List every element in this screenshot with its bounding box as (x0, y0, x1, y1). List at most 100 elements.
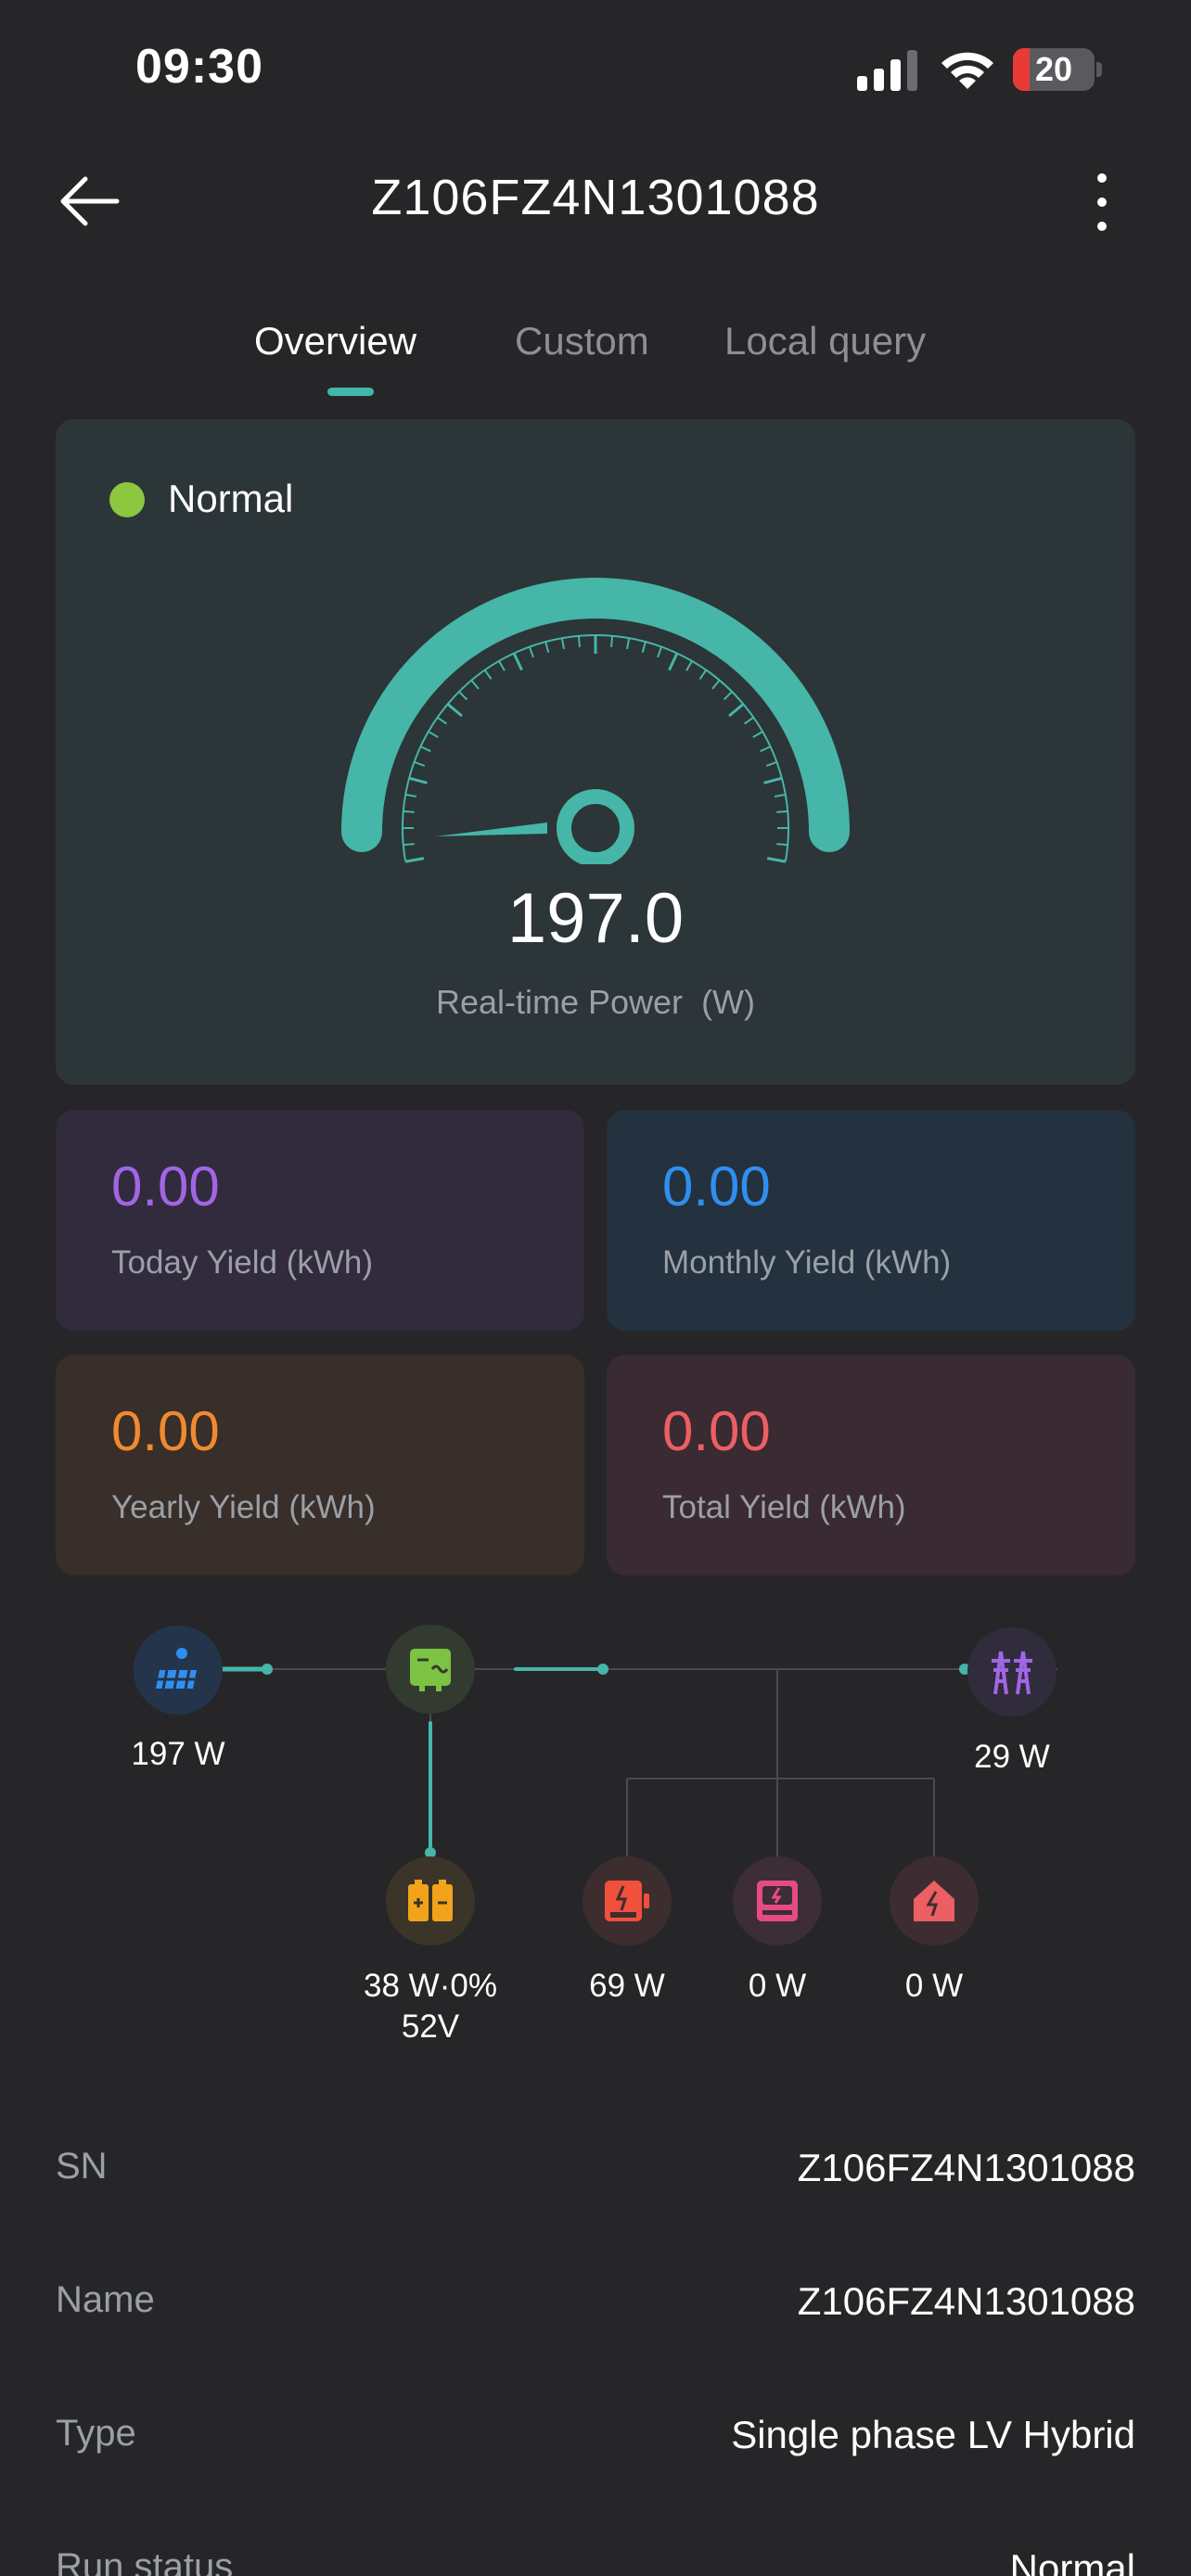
gauge-inner-arc (402, 634, 789, 862)
page-title: Z106FZ4N1301088 (371, 170, 820, 225)
gauge-tick (763, 776, 783, 784)
smart-load-node[interactable] (733, 1856, 822, 1945)
pv-power-label: 197 W (131, 1736, 225, 1772)
back-arrow-icon[interactable] (52, 169, 126, 234)
gauge-tick (766, 857, 787, 863)
gauge-tick (404, 793, 417, 797)
gauge-tick (414, 760, 426, 767)
status-time: 09:30 (135, 40, 263, 94)
gauge-tick (428, 731, 439, 738)
gauge-tick (560, 637, 565, 650)
gauge-tick (470, 680, 480, 690)
gauge-tick (512, 652, 523, 671)
device-status-label: Normal (168, 477, 294, 520)
gauge-tick (544, 641, 550, 653)
gauge-tick (668, 652, 679, 671)
info-value: Z106FZ4N1301088 (797, 2146, 1135, 2189)
total-yield-label: Total Yield (kWh) (662, 1489, 906, 1525)
realtime-power-label: Real-time Power (W) (56, 983, 1135, 1022)
today-yield-label: Today Yield (kWh) (111, 1244, 374, 1281)
gauge-tick (776, 843, 788, 847)
gauge-tick (610, 635, 614, 647)
info-key: SN (56, 2146, 108, 2187)
yearly-yield-value: 0.00 (111, 1400, 220, 1462)
gauge-needle (436, 823, 547, 836)
battery-power-line1: 38 W·0% (364, 1968, 497, 2004)
device-info-list: SN Z106FZ4N1301088 Name Z106FZ4N1301088 … (0, 2064, 1191, 2576)
gauge-tick (528, 646, 534, 658)
tab-local-query[interactable]: Local query (724, 319, 926, 363)
gauge-tick (498, 660, 506, 671)
device-overview-screen: 09:30 20 Z106FZ4N1301088 Overview Custom… (0, 0, 1191, 2576)
info-key: Run status (56, 2546, 234, 2576)
tab-bar: Overview Custom Local query (0, 306, 1191, 408)
gauge-tick (437, 716, 448, 725)
gauge-tick (728, 703, 745, 718)
home-load-node[interactable] (890, 1856, 979, 1945)
ups-icon (605, 1881, 649, 1921)
gauge-tick (711, 680, 721, 690)
gauge-tick (760, 746, 771, 753)
realtime-power-card: Normal 197.0 Real-time Power (W) (56, 419, 1135, 1085)
ups-node[interactable] (583, 1856, 672, 1945)
inverter-icon (410, 1649, 451, 1691)
today-yield-card: 0.00 Today Yield (kWh) (56, 1110, 584, 1331)
gauge-tick (641, 641, 647, 653)
info-key: Name (56, 2279, 155, 2320)
gauge-tick (657, 646, 663, 658)
status-bar: 09:30 20 (0, 0, 1191, 139)
battery-voltage-line2: 52V (401, 2009, 460, 2045)
smart-load-icon (757, 1881, 798, 1921)
gauge-tick (446, 703, 463, 718)
gauge-tick (403, 810, 415, 813)
grid-node[interactable] (967, 1627, 1057, 1716)
status-indicator-dot (109, 482, 145, 517)
gauge-tick (723, 691, 733, 701)
realtime-power-unit: (W) (701, 983, 756, 1021)
info-row-name: Name Z106FZ4N1301088 (56, 2270, 1135, 2344)
gauge-tick (577, 635, 581, 647)
total-yield-value: 0.00 (662, 1400, 771, 1462)
realtime-power-label-text: Real-time Power (435, 983, 684, 1021)
energy-flow-diagram: 197 W 29 W 38 W·0% 52V 69 W 0 W 0 W (0, 1613, 1191, 2059)
gauge-tick (420, 746, 431, 753)
gauge-tick (774, 793, 787, 797)
gauge-tick (685, 660, 693, 671)
gauge-tick (776, 810, 788, 813)
cellular-signal-icon (857, 50, 917, 91)
home-icon (914, 1881, 954, 1921)
tab-custom[interactable]: Custom (515, 319, 649, 363)
more-options-icon[interactable] (1076, 167, 1128, 237)
home-load-power-label: 0 W (904, 1968, 964, 2004)
gauge-tick (626, 637, 631, 650)
info-value: Z106FZ4N1301088 (797, 2279, 1135, 2323)
info-row-run-status: Run status Normal (56, 2537, 1135, 2576)
info-value: Single phase LV Hybrid (731, 2413, 1135, 2456)
power-gauge (341, 578, 850, 864)
monthly-yield-value: 0.00 (662, 1155, 771, 1218)
yearly-yield-label: Yearly Yield (kWh) (111, 1489, 376, 1525)
monthly-yield-card: 0.00 Monthly Yield (kWh) (607, 1110, 1135, 1331)
realtime-power-value: 197.0 (506, 879, 685, 958)
today-yield-value: 0.00 (111, 1155, 220, 1218)
gauge-tick (458, 691, 468, 701)
gauge-tick (743, 716, 754, 725)
battery-level: 20 (1034, 50, 1073, 88)
gauge-tick (752, 731, 763, 738)
power-tower-icon (992, 1651, 1032, 1695)
active-tab-indicator (327, 388, 374, 396)
gauge-tick (403, 843, 415, 847)
wifi-icon (941, 52, 993, 89)
battery-node[interactable] (386, 1856, 475, 1945)
grid-power-label: 29 W (974, 1739, 1050, 1775)
gauge-tick (483, 670, 493, 681)
info-key: Type (56, 2413, 136, 2454)
total-yield-card: 0.00 Total Yield (kWh) (607, 1355, 1135, 1575)
gauge-tick (404, 857, 425, 863)
tab-overview[interactable]: Overview (254, 319, 416, 363)
info-row-sn: SN Z106FZ4N1301088 (56, 2136, 1135, 2211)
pv-node[interactable] (134, 1626, 223, 1715)
info-row-type: Type Single phase LV Hybrid (56, 2404, 1135, 2478)
inverter-node[interactable] (386, 1625, 475, 1714)
gauge-tick (698, 670, 708, 681)
